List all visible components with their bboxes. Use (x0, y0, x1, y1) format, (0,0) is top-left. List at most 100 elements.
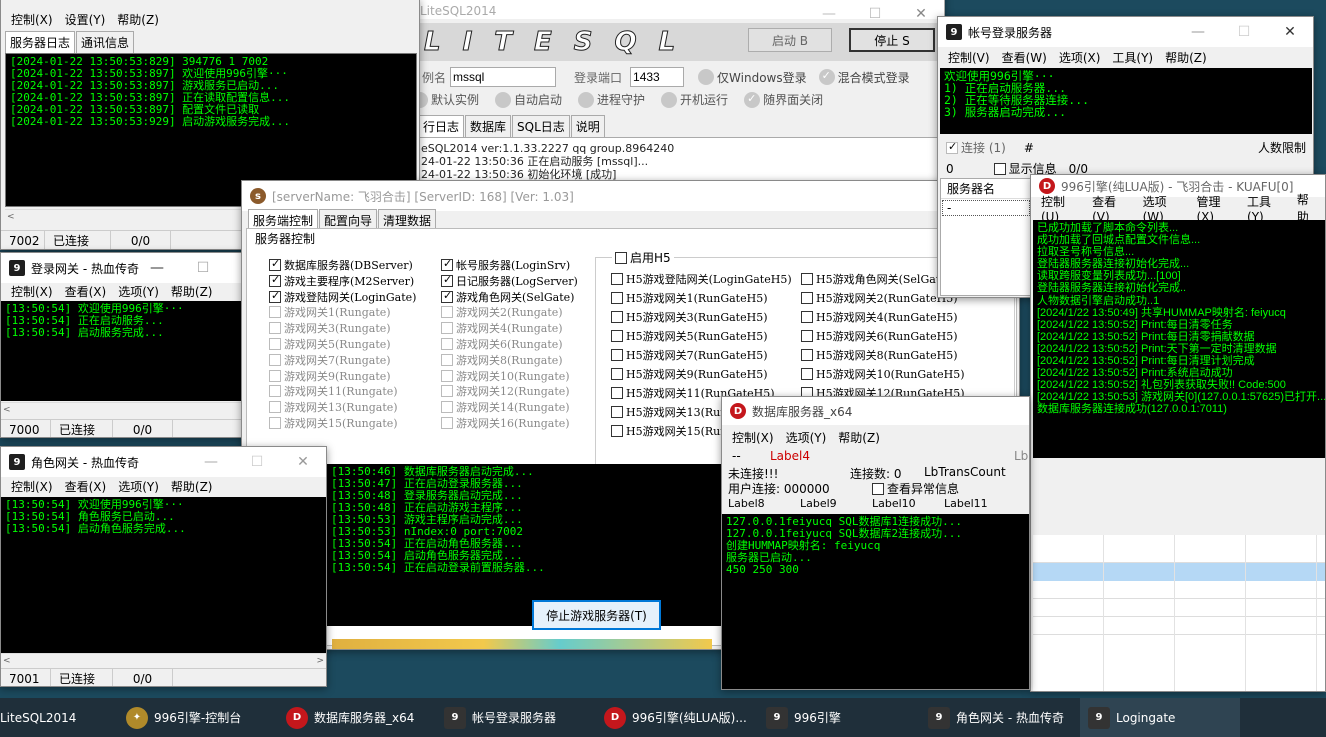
server-checkbox[interactable] (441, 322, 453, 335)
col1-item[interactable]: 游戏登陆网关(LoginGate) (269, 289, 416, 305)
col2-item[interactable]: 游戏网关16(Rungate) (441, 415, 570, 431)
taskbar-account-server[interactable]: 9 帐号登录服务器 (436, 698, 596, 737)
server-checkbox[interactable] (611, 292, 623, 304)
server-checkbox[interactable] (611, 330, 623, 342)
server-checkbox[interactable] (269, 401, 281, 414)
role-gate-scrollbar[interactable]: < > (1, 653, 326, 667)
server-checkbox[interactable] (269, 369, 281, 382)
col1-item[interactable]: 游戏网关13(Rungate) (269, 399, 398, 415)
col1-item[interactable]: 数据库服务器(DBServer) (269, 257, 413, 273)
h5col2-item[interactable]: H5游戏网关2(RunGateH5) (801, 290, 958, 306)
h5-enable[interactable]: 启用H5 (612, 249, 674, 266)
menu-control[interactable]: 控制(V) (948, 49, 990, 66)
server-checkbox[interactable] (269, 289, 281, 303)
h5col2-item[interactable]: H5游戏网关8(RunGateH5) (801, 347, 958, 363)
check-error-checkbox[interactable] (872, 482, 884, 495)
stop-button[interactable]: 停止 S (849, 28, 935, 52)
login-gate-scrollbar[interactable]: <> (1, 402, 272, 416)
server-checkbox[interactable] (801, 349, 813, 361)
boot-check[interactable] (661, 91, 678, 108)
server-checkbox[interactable] (611, 387, 623, 399)
server-checkbox[interactable] (801, 330, 813, 342)
server-checkbox[interactable] (611, 406, 623, 418)
server-checkbox[interactable] (269, 257, 281, 271)
close-icon[interactable]: ✕ (1267, 17, 1313, 47)
col2-item[interactable]: 游戏网关4(Rungate) (441, 320, 563, 336)
connect-checkbox[interactable] (946, 140, 958, 154)
menu-control[interactable]: 控制(X) (11, 11, 53, 28)
h5col2-item[interactable]: H5游戏网关6(RunGateH5) (801, 328, 958, 344)
col2-item[interactable]: 游戏网关12(Rungate) (441, 383, 570, 399)
menu-view[interactable]: 查看(W) (1002, 49, 1047, 66)
server-checkbox[interactable] (441, 306, 453, 319)
tab-server-log[interactable]: 服务器日志 (5, 31, 76, 53)
server-checkbox[interactable] (269, 273, 281, 287)
server-checkbox[interactable] (611, 425, 623, 437)
port-input[interactable] (630, 67, 685, 87)
menu-options[interactable]: 选项(Y) (118, 478, 159, 495)
close-icon[interactable]: ✕ (280, 447, 326, 477)
server-checkbox[interactable] (441, 338, 453, 350)
menu-control[interactable]: 控制(X) (11, 283, 53, 300)
h5col2-item[interactable]: H5游戏网关4(RunGateH5) (801, 309, 958, 325)
menu-options[interactable]: 选项(W) (1143, 193, 1185, 224)
server-checkbox[interactable] (269, 322, 281, 335)
server-checkbox[interactable] (269, 338, 281, 350)
taskbar-role-gate[interactable]: 9 角色网关 - 热血传奇 (920, 698, 1080, 737)
h5col1-item[interactable]: H5游戏网关5(RunGateH5) (611, 328, 768, 344)
server-checkbox[interactable] (441, 289, 453, 303)
col1-item[interactable]: 游戏网关15(Rungate) (269, 415, 398, 431)
col1-item[interactable]: 游戏网关7(Rungate) (269, 352, 391, 368)
col2-item[interactable]: 日记服务器(LogServer) (441, 273, 578, 289)
taskbar-996-console[interactable]: ✦ 996引擎-控制台 (118, 698, 278, 737)
server-checkbox[interactable] (611, 273, 623, 285)
col1-item[interactable]: 游戏网关1(Rungate) (269, 304, 391, 320)
menu-view[interactable]: 查看(X) (65, 283, 107, 300)
menu-control[interactable]: 控制(X) (732, 429, 774, 446)
autostart-check[interactable] (495, 91, 512, 108)
tab-run-log[interactable]: 行日志 (418, 115, 465, 137)
server-checkbox[interactable] (801, 273, 813, 285)
server-checkbox[interactable] (801, 368, 813, 380)
col2-item[interactable]: 帐号服务器(LoginSrv) (441, 257, 570, 273)
menu-help[interactable]: 帮助(Z) (1165, 49, 1207, 66)
check-error-toggle[interactable]: 查看异常信息 (872, 480, 959, 497)
menu-help[interactable]: 帮助(Z) (171, 478, 213, 495)
server-checkbox[interactable] (611, 368, 623, 380)
col2-item[interactable]: 游戏网关14(Rungate) (441, 399, 570, 415)
server-checkbox[interactable] (441, 401, 453, 414)
server-checkbox[interactable] (441, 273, 453, 287)
maximize-icon[interactable]: ☐ (1221, 17, 1267, 47)
guard-check[interactable] (578, 91, 595, 108)
menu-options[interactable]: 选项(X) (1059, 49, 1101, 66)
h5col1-item[interactable]: H5游戏网关3(RunGateH5) (611, 309, 768, 325)
menu-tools[interactable]: 工具(Y) (1112, 49, 1153, 66)
windows-login-radio[interactable] (698, 69, 715, 85)
menu-control[interactable]: 控制(X) (11, 478, 53, 495)
col1-item[interactable]: 游戏主要程序(M2Server) (269, 273, 414, 289)
col2-item[interactable]: 游戏网关10(Rungate) (441, 368, 570, 384)
start-button[interactable]: 启动 B (748, 28, 832, 52)
instance-input[interactable] (450, 67, 557, 87)
col2-item[interactable]: 游戏网关8(Rungate) (441, 352, 563, 368)
server-checkbox[interactable] (801, 311, 813, 323)
show-info-checkbox[interactable] (993, 162, 1006, 175)
server-checkbox[interactable] (441, 417, 453, 429)
minimize-icon[interactable]: — (188, 447, 234, 477)
maximize-icon[interactable]: ☐ (234, 447, 280, 477)
minimize-icon[interactable]: — (134, 253, 180, 283)
server-checkbox[interactable] (441, 257, 453, 271)
server-checkbox[interactable] (611, 311, 623, 323)
menu-help[interactable]: 帮助(Z) (171, 283, 213, 300)
col2-item[interactable]: 游戏角色网关(SelGate) (441, 289, 574, 305)
h5col1-item[interactable]: H5游戏网关7(RunGateH5) (611, 347, 768, 363)
menu-control[interactable]: 控制(U) (1041, 193, 1080, 224)
server-checkbox[interactable] (269, 385, 281, 398)
menu-help[interactable]: 帮助(Z) (838, 429, 880, 446)
menu-settings[interactable]: 设置(Y) (65, 11, 106, 28)
col1-item[interactable]: 游戏网关3(Rungate) (269, 320, 391, 336)
col2-item[interactable]: 游戏网关6(Rungate) (441, 336, 563, 352)
h5col1-item[interactable]: H5游戏登陆网关(LoginGateH5) (611, 271, 792, 287)
server-checkbox[interactable] (441, 353, 453, 366)
col2-item[interactable]: 游戏网关2(Rungate) (441, 304, 563, 320)
